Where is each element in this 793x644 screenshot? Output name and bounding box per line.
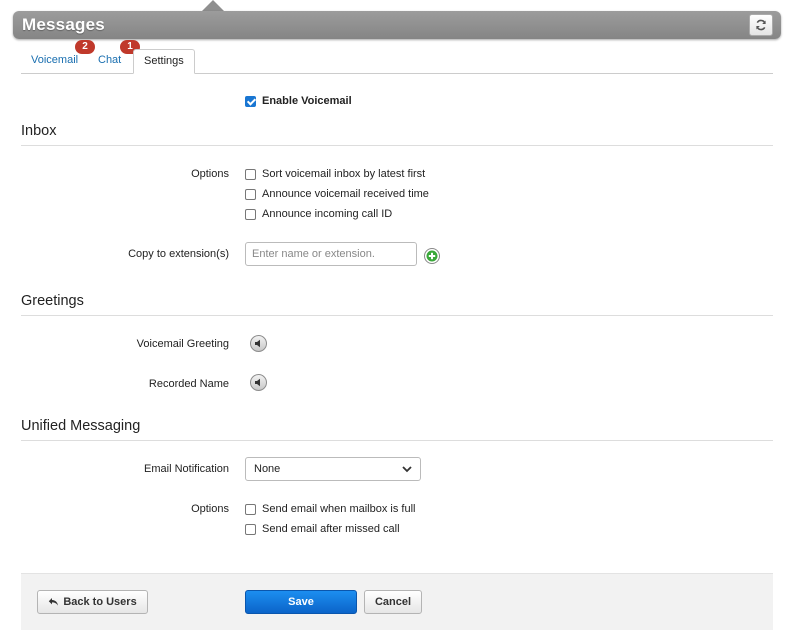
inbox-section-title: Inbox [21,123,773,146]
save-label: Save [288,596,314,608]
unified-option-row: Send email when mailbox is full [245,503,415,515]
recorded-name-label: Recorded Name [148,378,229,390]
email-mailbox-full-checkbox[interactable] [245,503,256,515]
speaker-icon [255,339,260,348]
inbox-options-label: Options [191,168,229,180]
email-notification-value: None [254,463,281,475]
copy-extension-label: Copy to extension(s) [128,248,229,260]
save-button[interactable]: Save [245,590,357,614]
greetings-section-title: Greetings [21,293,773,316]
recorded-name-play-button[interactable] [250,374,267,391]
cancel-label: Cancel [374,596,412,608]
voicemail-count-badge: 2 [75,40,95,54]
cancel-button[interactable]: Cancel [364,590,422,614]
add-extension-button[interactable] [424,248,440,264]
tab-bar: Voicemail 2 Chat 1 Settings [21,40,773,74]
back-to-users-label: Back to Users [63,596,137,608]
announce-callid-label: Announce incoming call ID [262,208,393,220]
plus-icon [426,250,438,262]
enable-voicemail-row: Enable Voicemail [245,95,352,107]
voicemail-greeting-play-button[interactable] [250,335,267,352]
speaker-icon [255,378,260,387]
email-notification-label: Email Notification [144,463,229,475]
tab-voicemail[interactable]: Voicemail [31,49,78,72]
inbox-option-row: Announce incoming call ID [245,208,392,220]
email-missed-call-checkbox[interactable] [245,523,256,535]
unified-options-label: Options [191,503,229,515]
email-notification-select[interactable]: None [245,457,421,481]
enable-voicemail-checkbox[interactable] [245,95,256,107]
announce-time-checkbox[interactable] [245,188,256,200]
chevron-down-icon [402,465,412,472]
announce-callid-checkbox[interactable] [245,208,256,220]
email-missed-call-label: Send email after missed call [262,523,400,535]
refresh-button[interactable] [749,14,773,36]
sort-latest-label: Sort voicemail inbox by latest first [262,168,426,180]
tab-chat[interactable]: Chat [98,49,121,72]
unified-messaging-section-title: Unified Messaging [21,418,773,441]
copy-extension-input[interactable] [245,242,417,266]
footer-bar: Back to Users Save Cancel [21,573,773,630]
unified-option-row: Send email after missed call [245,523,400,535]
email-mailbox-full-label: Send email when mailbox is full [262,503,416,515]
enable-voicemail-label: Enable Voicemail [262,95,352,107]
voicemail-greeting-label: Voicemail Greeting [136,338,229,350]
sort-latest-checkbox[interactable] [245,168,256,180]
page-title: Messages [22,15,105,34]
back-arrow-icon [49,598,59,606]
inbox-option-row: Announce voicemail received time [245,188,429,200]
inbox-option-row: Sort voicemail inbox by latest first [245,168,425,180]
refresh-icon [756,19,766,31]
back-to-users-button[interactable]: Back to Users [37,590,148,614]
popover-pointer [202,0,224,11]
title-bar: Messages [13,11,781,39]
announce-time-label: Announce voicemail received time [262,188,429,200]
tab-settings[interactable]: Settings [133,49,195,74]
